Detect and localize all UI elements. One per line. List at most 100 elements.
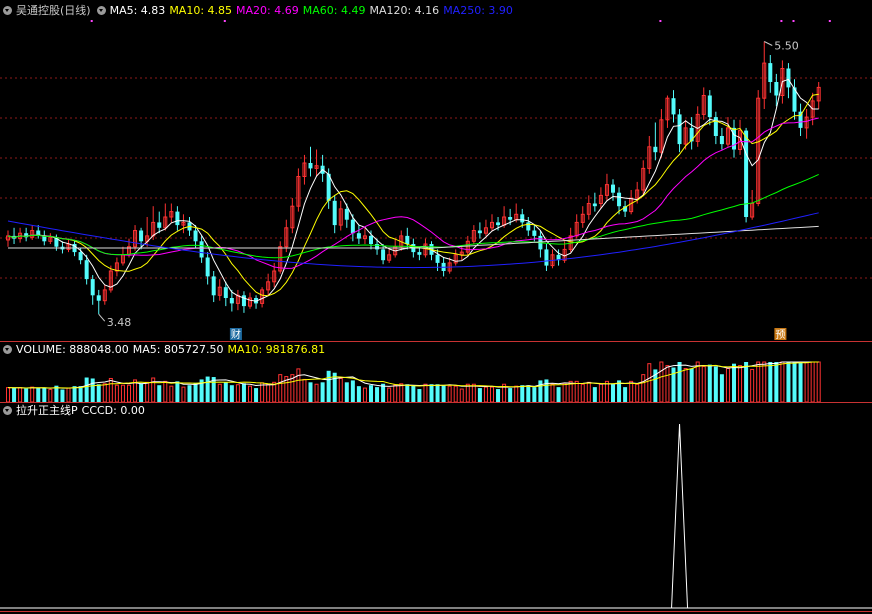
candle-body <box>707 95 712 118</box>
volume-bar <box>235 384 240 402</box>
volume-bar <box>780 361 785 402</box>
volume-bar <box>586 381 591 402</box>
candle-body <box>508 217 513 220</box>
volume-bar <box>302 378 307 402</box>
volume-bar <box>12 388 17 402</box>
candle-body <box>350 219 355 234</box>
volume-bar <box>48 389 53 402</box>
volume-bar <box>36 388 41 402</box>
high-pointer <box>764 41 773 46</box>
candle-body <box>526 222 531 231</box>
volume-bar <box>453 385 458 402</box>
candle-body <box>532 230 537 236</box>
indicator-chart[interactable] <box>0 418 872 612</box>
volume-label-0: VOLUME: 888048.00 <box>16 343 129 356</box>
volume-bar <box>369 385 373 402</box>
volume-bar <box>78 386 83 402</box>
volume-bar <box>127 384 131 402</box>
candle-body <box>308 163 313 169</box>
ma-label-1: MA10: 4.85 <box>169 4 233 17</box>
ma-menu-icon[interactable] <box>96 6 106 15</box>
cccd-signal-line <box>671 423 689 609</box>
signal-dot <box>780 20 783 22</box>
candle-body <box>592 203 597 207</box>
volume-bar <box>792 362 797 402</box>
volume-bar <box>611 384 615 402</box>
candle-body <box>496 222 501 226</box>
candle-body <box>653 146 658 153</box>
volume-bar <box>66 387 71 402</box>
volume-bar <box>508 388 513 402</box>
candle-body <box>139 230 144 242</box>
volume-bar <box>629 380 634 402</box>
volume-bar <box>598 383 603 402</box>
low-pointer <box>98 313 106 322</box>
volume-bar <box>514 385 519 402</box>
volume-bar <box>42 387 47 402</box>
volume-bar <box>241 383 246 402</box>
volume-header: VOLUME: 888048.00 MA5: 805727.50 MA10: 981… <box>0 343 329 357</box>
volume-bar <box>72 386 77 402</box>
volume-bar <box>423 383 428 402</box>
volume-bar <box>695 361 700 402</box>
volume-bar <box>810 361 815 402</box>
volume-bar <box>229 385 234 402</box>
candle-body <box>719 136 724 145</box>
candle-body <box>78 252 83 261</box>
volume-bar <box>641 374 646 402</box>
volume-bar <box>538 380 543 402</box>
volume-bar <box>683 367 688 402</box>
volume-bar <box>114 384 119 402</box>
volume-bar <box>447 385 452 402</box>
candle-body <box>369 235 373 244</box>
volume-bar <box>24 388 29 402</box>
candle-body <box>477 230 482 234</box>
main-chart-menu-icon[interactable] <box>3 6 12 15</box>
volume-bar <box>435 384 440 402</box>
volume-bar <box>193 382 198 402</box>
volume-bar <box>441 385 446 402</box>
volume-bar <box>477 388 482 402</box>
volume-menu-icon[interactable] <box>3 345 12 354</box>
candle-body <box>774 82 779 96</box>
indicator-label-1: CCCD: 0.00 <box>81 404 145 417</box>
signal-dot <box>792 20 795 22</box>
indicator-menu-icon[interactable] <box>3 406 12 415</box>
stock-title: 吴通控股(日线) <box>16 4 91 17</box>
volume-bar <box>623 387 628 402</box>
volume-bar <box>725 367 730 402</box>
ma-label-0: MA5: 4.83 <box>109 4 166 17</box>
volume-bar <box>483 386 488 402</box>
candle-body <box>544 249 549 266</box>
candle-body <box>435 254 440 263</box>
volume-bar <box>762 361 767 402</box>
volume-bar <box>405 384 410 402</box>
volume-bar <box>707 364 712 402</box>
candle-body <box>381 249 386 261</box>
candle-body <box>332 200 337 226</box>
candle-body <box>193 230 198 242</box>
volume-bar <box>314 383 319 402</box>
candle-body <box>405 235 410 244</box>
volume-bar <box>798 362 803 402</box>
volume-bar <box>768 362 773 402</box>
volume-bar <box>326 370 331 402</box>
volume-bar <box>647 363 652 402</box>
high-price-label: 5.50 <box>774 40 799 53</box>
volume-bar <box>465 383 470 402</box>
volume-bar <box>205 376 210 402</box>
signal-dot <box>659 20 662 22</box>
volume-bar <box>320 382 325 402</box>
volume-bar <box>490 386 494 402</box>
candle-body <box>417 252 422 255</box>
volume-chart[interactable] <box>0 358 872 402</box>
volume-bar <box>526 385 531 402</box>
volume-bar <box>356 386 361 402</box>
volume-label-1: MA5: 805727.50 <box>132 343 224 356</box>
volume-bar <box>248 385 252 402</box>
volume-bar <box>701 366 706 402</box>
candlestick-chart[interactable]: 5.50 3.48 财 预 <box>0 18 872 343</box>
volume-bar <box>429 384 434 402</box>
volume-bar <box>338 377 343 402</box>
volume-bar <box>375 387 380 402</box>
